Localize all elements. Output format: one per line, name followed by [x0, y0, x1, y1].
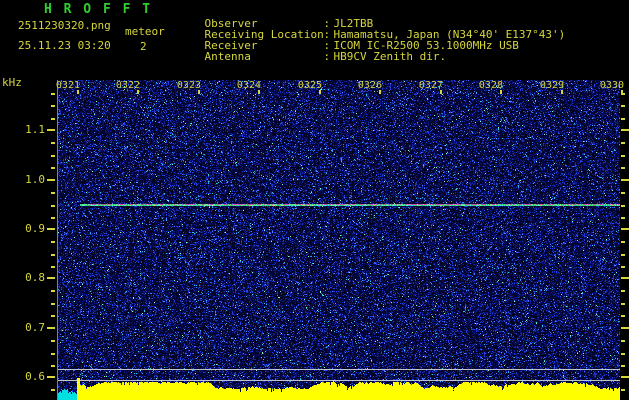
- freq-tick: [621, 376, 629, 378]
- app-title: H R O F F T: [44, 2, 153, 17]
- freq-tick: [47, 179, 55, 181]
- freq-minor-tick: [621, 353, 625, 355]
- meteor-count: 2: [140, 40, 147, 53]
- freq-minor-tick: [51, 303, 55, 305]
- freq-minor-tick: [621, 142, 625, 144]
- freq-tick-label: 1.1: [25, 123, 45, 136]
- datetime-label: 25.11.23 03:20: [18, 39, 111, 52]
- freq-minor-tick: [51, 205, 55, 207]
- freq-tick: [621, 129, 629, 131]
- freq-tick-label: 0.9: [25, 222, 45, 235]
- time-tick-label: 0328: [478, 80, 503, 91]
- freq-minor-tick: [621, 217, 625, 219]
- freq-minor-tick: [51, 365, 55, 367]
- freq-minor-tick: [51, 340, 55, 342]
- time-tick: [561, 90, 563, 94]
- freq-minor-tick: [621, 192, 625, 194]
- freq-tick-label: 1.0: [25, 173, 45, 186]
- freq-minor-tick: [621, 290, 625, 292]
- time-tick-label: 0321: [55, 80, 80, 91]
- freq-minor-tick: [51, 155, 55, 157]
- freq-tick: [47, 228, 55, 230]
- freq-minor-tick: [51, 266, 55, 268]
- time-tick: [621, 90, 623, 94]
- freq-minor-tick: [51, 254, 55, 256]
- mode-label: meteor: [125, 25, 165, 38]
- info-separator: :: [323, 50, 331, 63]
- info-row-location: Receiving Location: Hamamatsu, Japan (N34…: [178, 18, 566, 40]
- time-tick: [198, 90, 200, 94]
- freq-tick: [621, 277, 629, 279]
- freq-tick: [47, 327, 55, 329]
- freq-minor-tick: [51, 167, 55, 169]
- spectrogram-canvas: [58, 80, 620, 400]
- freq-minor-tick: [51, 142, 55, 144]
- hrofft-screen: H R O F F T 2511230320.png meteor 25.11.…: [0, 0, 629, 400]
- freq-tick-label: 0.7: [25, 321, 45, 334]
- freq-minor-tick: [621, 254, 625, 256]
- freq-minor-tick: [621, 155, 625, 157]
- info-row-observer: Observer: JL2TBB: [178, 7, 374, 29]
- freq-minor-tick: [51, 217, 55, 219]
- filename-label: 2511230320.png: [18, 19, 111, 32]
- freq-minor-tick: [621, 365, 625, 367]
- time-tick-label: 0322: [115, 80, 140, 91]
- time-tick-label: 0324: [236, 80, 261, 91]
- freq-minor-tick: [621, 340, 625, 342]
- time-tick: [77, 90, 79, 94]
- time-tick: [258, 90, 260, 94]
- freq-tick: [47, 129, 55, 131]
- time-tick-label: 0329: [539, 80, 564, 91]
- freq-minor-tick: [51, 105, 55, 107]
- plot-left-border: [57, 80, 58, 400]
- freq-minor-tick: [621, 315, 625, 317]
- freq-minor-tick: [51, 290, 55, 292]
- freq-tick: [621, 179, 629, 181]
- info-row-antenna: Antenna: HB9CV Zenith dir.: [178, 40, 447, 62]
- freq-minor-tick: [51, 353, 55, 355]
- freq-minor-tick: [621, 266, 625, 268]
- freq-minor-tick: [51, 315, 55, 317]
- freq-minor-tick: [621, 105, 625, 107]
- freq-tick: [621, 228, 629, 230]
- time-tick: [379, 90, 381, 94]
- time-tick-label: 0326: [357, 80, 382, 91]
- khz-axis-label: kHz: [2, 76, 22, 89]
- freq-tick: [621, 327, 629, 329]
- time-tick-label: 0325: [297, 80, 322, 91]
- time-tick: [500, 90, 502, 94]
- freq-minor-tick: [621, 303, 625, 305]
- time-tick: [319, 90, 321, 94]
- freq-minor-tick: [621, 241, 625, 243]
- freq-tick-label: 0.8: [25, 271, 45, 284]
- freq-tick: [47, 376, 55, 378]
- time-tick-label: 0330: [599, 80, 624, 91]
- freq-minor-tick: [51, 118, 55, 120]
- info-row-receiver: Receiver: ICOM IC-R2500 53.1000MHz USB: [178, 29, 519, 51]
- freq-tick: [47, 277, 55, 279]
- freq-minor-tick: [621, 167, 625, 169]
- time-tick-label: 0327: [418, 80, 443, 91]
- time-tick: [440, 90, 442, 94]
- freq-minor-tick: [51, 241, 55, 243]
- freq-minor-tick: [51, 192, 55, 194]
- freq-minor-tick: [51, 389, 55, 391]
- freq-minor-tick: [621, 118, 625, 120]
- time-tick-label: 0323: [176, 80, 201, 91]
- freq-tick-label: 0.6: [25, 370, 45, 383]
- info-label: Antenna: [204, 50, 251, 63]
- freq-minor-tick: [621, 389, 625, 391]
- info-value: HB9CV Zenith dir.: [333, 50, 447, 63]
- freq-minor-tick: [51, 93, 55, 95]
- time-tick: [137, 90, 139, 94]
- freq-minor-tick: [621, 205, 625, 207]
